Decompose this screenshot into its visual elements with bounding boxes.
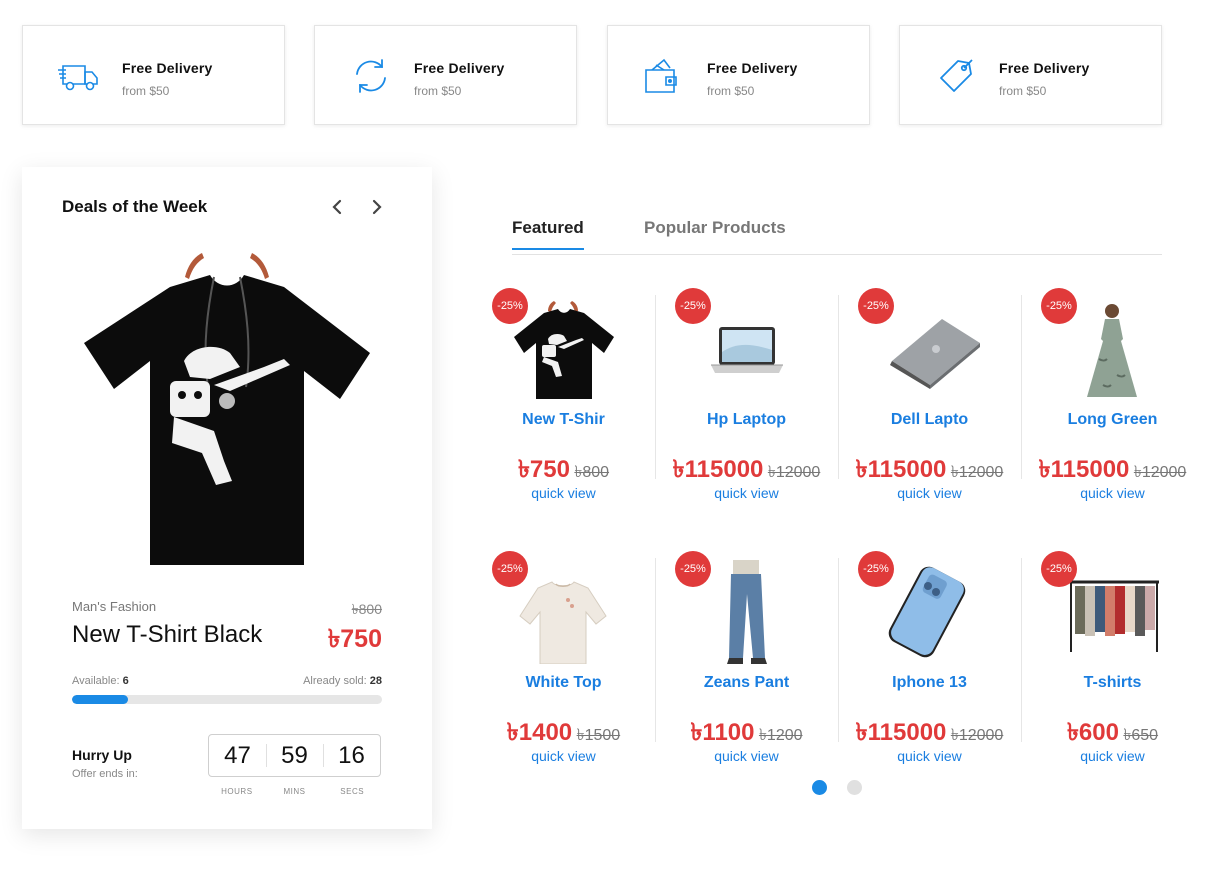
product-card[interactable]: -25% Iphone 13 ৳115000 ৳12000 quick view [838, 548, 1021, 768]
feature-delivery: Free Delivery from $50 [22, 25, 285, 125]
product-name[interactable]: T-shirts [1021, 674, 1204, 692]
hurry-heading: Hurry Up [72, 747, 132, 763]
product-tabs: Featured Popular Products [512, 212, 1162, 255]
stock-progress-bar [72, 695, 382, 704]
discount-badge: -25% [675, 288, 711, 324]
product-card[interactable]: -25% New T-Shir ৳750 ৳800 quick view [472, 285, 655, 505]
discount-badge: -25% [1041, 288, 1077, 324]
product-old-price: ৳800 [574, 464, 610, 481]
feature-subtitle: from $50 [707, 84, 755, 98]
available-count: Available: 6 [72, 675, 129, 687]
sold-value: 28 [369, 675, 382, 687]
product-card[interactable]: -25% T-shirts ৳600 ৳650 quick view [1021, 548, 1204, 768]
deal-category: Man's Fashion [72, 599, 157, 614]
quick-view-link[interactable]: quick view [472, 485, 655, 501]
deals-title: Deals of the Week [62, 197, 208, 216]
product-old-price: ৳650 [1123, 727, 1159, 744]
timer-mins-label: MINS [283, 787, 306, 796]
product-old-price: ৳12000 [1133, 464, 1187, 481]
product-price: ৳750 [517, 456, 570, 483]
product-card[interactable]: -25% White Top ৳1400 ৳1500 quick view [472, 548, 655, 768]
discount-badge: -25% [1041, 551, 1077, 587]
sold-label: Already sold: [303, 675, 367, 687]
timer-hours: 47 [224, 741, 251, 769]
offer-ends-label: Offer ends in: [72, 768, 138, 780]
feature-title: Free Delivery [707, 60, 798, 76]
feature-subtitle: from $50 [414, 84, 462, 98]
discount-badge: -25% [492, 288, 528, 324]
refresh-icon [356, 59, 386, 93]
tag-icon [940, 59, 973, 92]
deals-card: Deals of the Week Man's Fashion ৳800 New… [22, 167, 432, 829]
product-name[interactable]: New T-Shir [472, 411, 655, 429]
timer-secs-label: SECS [340, 787, 365, 796]
wallet-icon [645, 58, 677, 93]
product-name[interactable]: Hp Laptop [655, 411, 838, 429]
carousel-dot-2[interactable] [847, 780, 862, 795]
product-price: ৳1400 [506, 719, 573, 746]
quick-view-link[interactable]: quick view [655, 748, 838, 764]
deal-product-name[interactable]: New T-Shirt Black [72, 621, 262, 649]
quick-view-link[interactable]: quick view [1021, 748, 1204, 764]
product-old-price: ৳1500 [576, 727, 621, 744]
product-price: ৳115000 [672, 456, 764, 483]
product-old-price: ৳12000 [950, 464, 1004, 481]
quick-view-link[interactable]: quick view [655, 485, 838, 501]
product-price: ৳115000 [855, 719, 947, 746]
truck-icon [58, 65, 98, 91]
tab-featured[interactable]: Featured [512, 218, 584, 250]
feature-subtitle: from $50 [122, 84, 170, 98]
feature-discount: Free Delivery from $50 [899, 25, 1162, 125]
timer-hours-label: HOURS [221, 787, 253, 796]
product-price: ৳1100 [690, 719, 755, 746]
product-price: ৳600 [1066, 719, 1119, 746]
product-name[interactable]: White Top [472, 674, 655, 692]
timer-mins: 59 [266, 735, 323, 776]
tab-popular-products[interactable]: Popular Products [644, 218, 786, 248]
countdown-timer: 47 59 16 [208, 734, 381, 777]
quick-view-link[interactable]: quick view [1021, 485, 1204, 501]
feature-subtitle: from $50 [999, 84, 1047, 98]
feature-title: Free Delivery [122, 60, 213, 76]
product-old-price: ৳1200 [758, 727, 803, 744]
feature-strip: Free Delivery from $50 Free Delivery fro… [22, 25, 1163, 125]
available-label: Available: [72, 675, 120, 687]
timer-secs: 16 [323, 735, 380, 776]
feature-returns: Free Delivery from $50 [314, 25, 577, 125]
carousel-dots [812, 780, 862, 795]
product-card[interactable]: -25% Hp Laptop ৳115000 ৳12000 quick view [655, 285, 838, 505]
stock-progress-fill [72, 695, 128, 704]
chevron-left-icon[interactable] [328, 197, 348, 217]
product-card[interactable]: -25% Long Green ৳115000 ৳12000 quick vie… [1021, 285, 1204, 505]
product-price: ৳115000 [1038, 456, 1130, 483]
product-name[interactable]: Long Green [1021, 411, 1204, 429]
feature-title: Free Delivery [414, 60, 505, 76]
deal-price: ৳750 [327, 625, 382, 653]
discount-badge: -25% [858, 551, 894, 587]
available-value: 6 [122, 675, 129, 687]
timer-labels: HOURS MINS SECS [208, 787, 381, 796]
discount-badge: -25% [858, 288, 894, 324]
carousel-dot-1[interactable] [812, 780, 827, 795]
product-name[interactable]: Dell Lapto [838, 411, 1021, 429]
discount-badge: -25% [492, 551, 528, 587]
discount-badge: -25% [675, 551, 711, 587]
feature-payment: Free Delivery from $50 [607, 25, 870, 125]
quick-view-link[interactable]: quick view [472, 748, 655, 764]
quick-view-link[interactable]: quick view [838, 485, 1021, 501]
product-name[interactable]: Zeans Pant [655, 674, 838, 692]
product-old-price: ৳12000 [767, 464, 821, 481]
sold-count: Already sold: 28 [303, 675, 382, 687]
quick-view-link[interactable]: quick view [838, 748, 1021, 764]
product-old-price: ৳12000 [950, 727, 1004, 744]
product-name[interactable]: Iphone 13 [838, 674, 1021, 692]
product-card[interactable]: -25% Zeans Pant ৳1100 ৳1200 quick view [655, 548, 838, 768]
feature-title: Free Delivery [999, 60, 1090, 76]
deal-product-image[interactable] [74, 251, 380, 565]
product-price: ৳115000 [855, 456, 947, 483]
chevron-right-icon[interactable] [366, 197, 386, 217]
product-card[interactable]: -25% Dell Lapto ৳115000 ৳12000 quick vie… [838, 285, 1021, 505]
